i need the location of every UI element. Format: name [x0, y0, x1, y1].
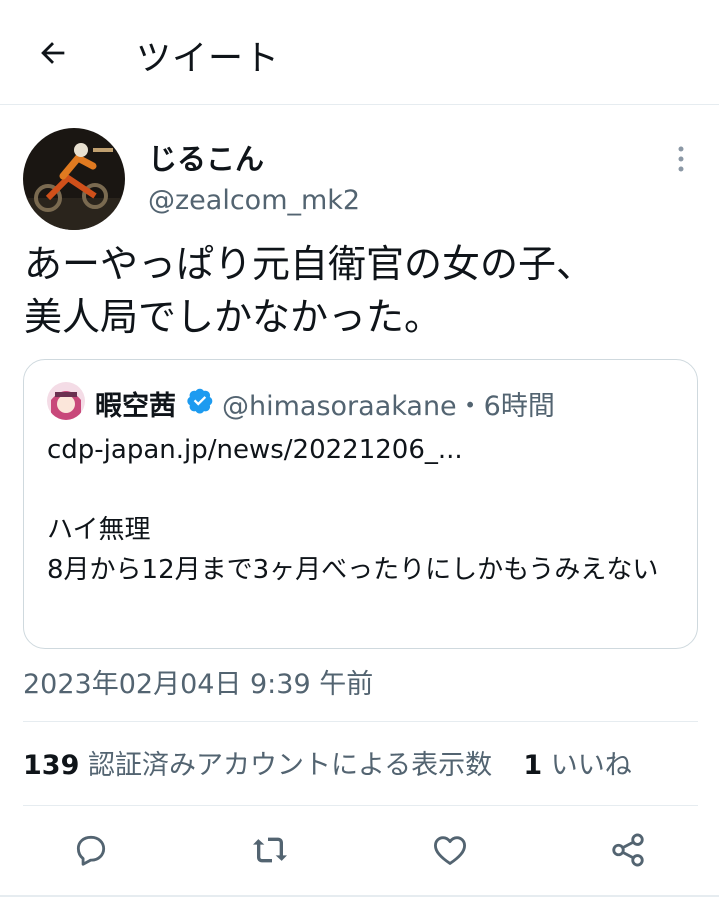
top-bar: ツイート — [0, 0, 719, 105]
likes-count[interactable]: 1 — [523, 750, 542, 781]
like-button[interactable] — [430, 830, 470, 870]
divider — [23, 805, 698, 806]
quoted-tweet[interactable]: 暇空茜 @himasoraakane・6時間 cdp-japan.jp/news… — [23, 359, 698, 649]
quote-display-name: 暇空茜 — [95, 391, 176, 422]
tweet-timestamp[interactable]: 2023年02月04日 9:39 午前 — [23, 662, 373, 701]
arrow-left-icon — [41, 42, 65, 64]
verified-badge-icon — [187, 388, 213, 414]
quote-body: cdp-japan.jp/news/20221206_... ハイ無理 8月から… — [47, 435, 659, 585]
divider — [23, 721, 698, 722]
quote-handle-time: @himasoraakane・6時間 — [222, 391, 555, 422]
retweet-button[interactable] — [250, 830, 290, 870]
retweet-icon — [253, 837, 287, 863]
views-label: 認証済みアカウントによる表示数 — [87, 750, 493, 781]
more-options-button[interactable] — [664, 142, 698, 176]
tweet-text: あーやっぱり元自衛官の女の子、 美人局でしかなかった。 — [24, 242, 595, 339]
user-handle[interactable]: @zealcom_mk2 — [148, 185, 360, 216]
display-name[interactable]: じるこん — [148, 136, 264, 178]
like-icon — [434, 836, 466, 865]
tweet-stats: 139 認証済みアカウントによる表示数 1 いいね — [23, 743, 632, 782]
quote-avatar — [47, 382, 85, 420]
more-vertical-icon — [678, 146, 684, 172]
share-icon — [612, 833, 644, 867]
share-button[interactable] — [608, 830, 648, 870]
reply-button[interactable] — [71, 830, 111, 870]
back-button[interactable] — [28, 28, 78, 78]
views-count: 139 — [23, 750, 80, 781]
likes-label[interactable]: いいね — [551, 750, 632, 781]
page-title: ツイート — [136, 39, 281, 79]
avatar[interactable] — [23, 128, 125, 230]
reply-icon — [76, 835, 106, 866]
